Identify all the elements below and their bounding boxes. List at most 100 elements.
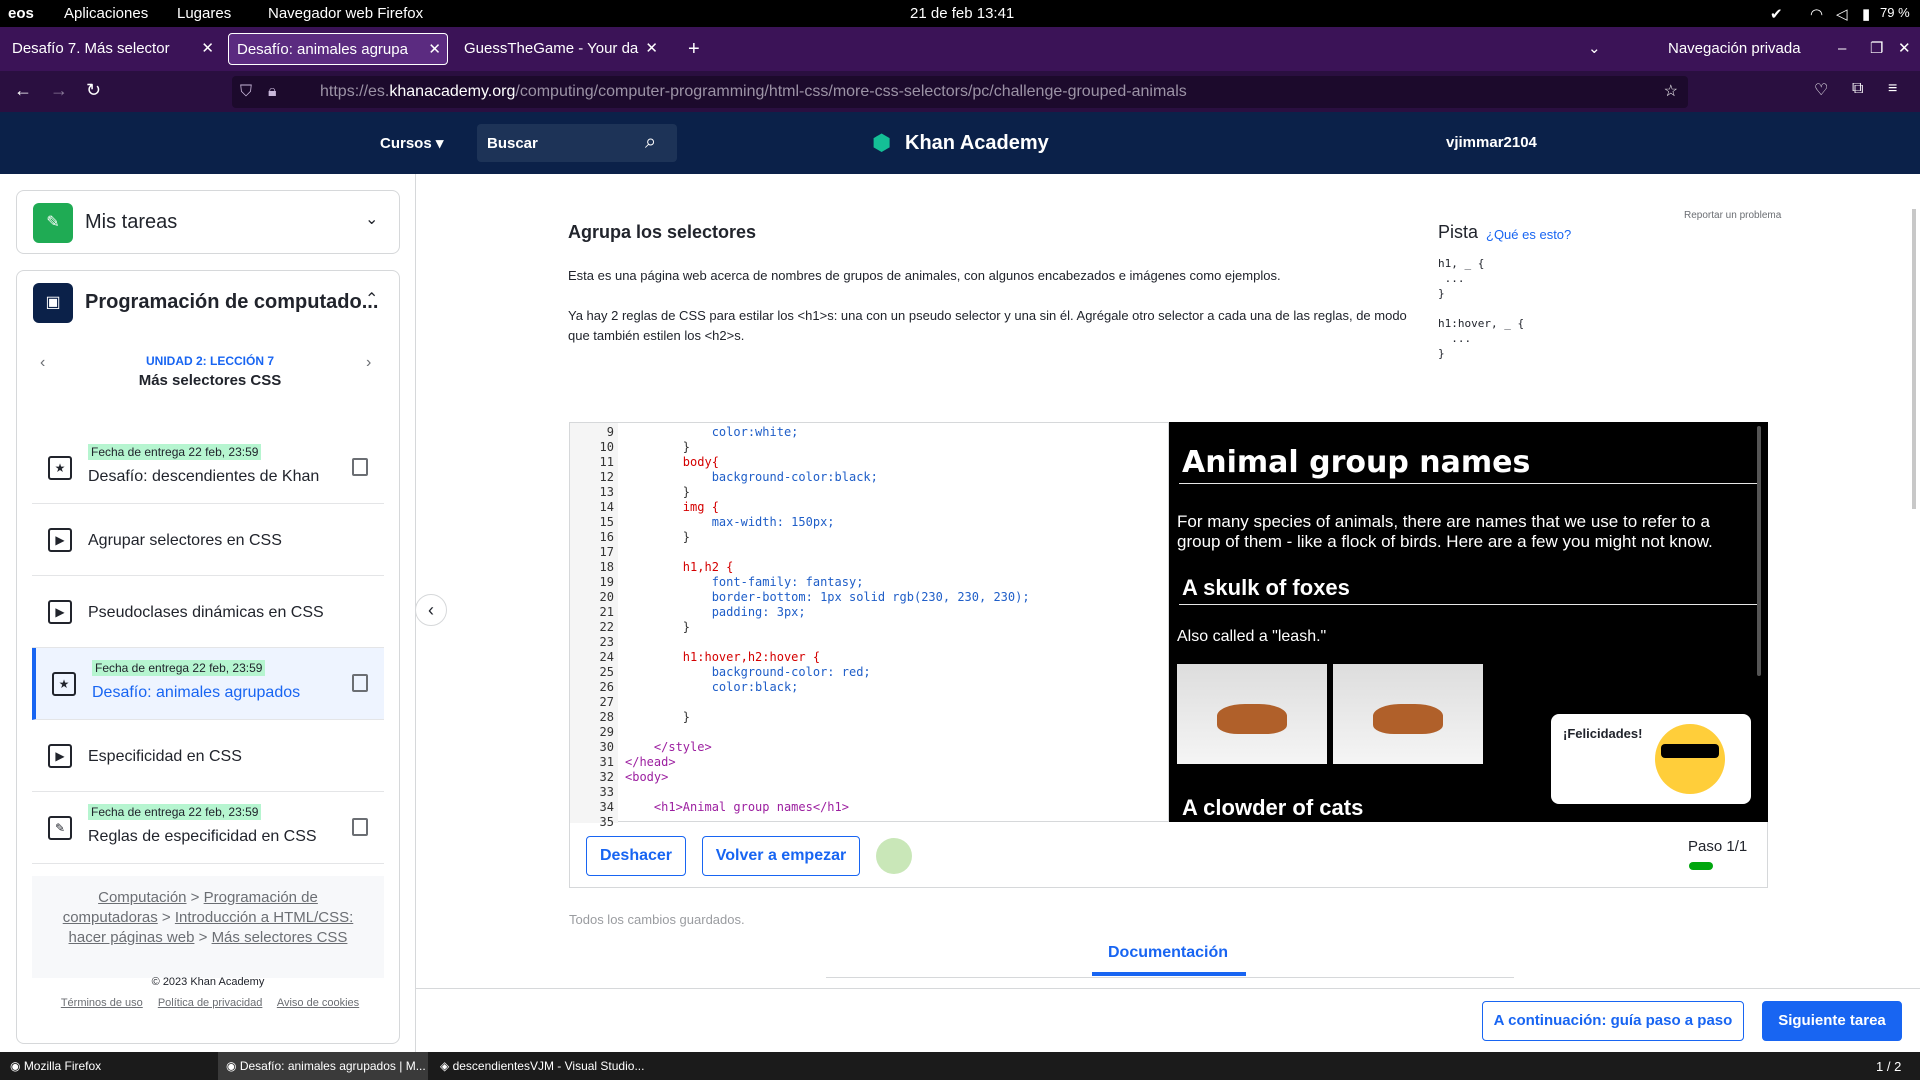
code-line[interactable]: h1:hover,h2:hover { bbox=[625, 650, 820, 665]
lock-icon[interactable]: 🔒︎ bbox=[268, 76, 277, 108]
forward-icon[interactable]: → bbox=[50, 80, 68, 101]
chevron-down-icon[interactable]: ⌄ bbox=[365, 209, 378, 229]
list-item-especificidad[interactable]: ▶ Especificidad en CSS bbox=[32, 720, 384, 792]
code-line[interactable]: <body> bbox=[625, 770, 668, 785]
pocket-icon[interactable]: ♡ bbox=[1814, 80, 1828, 100]
my-tasks-title: Mis tareas bbox=[85, 211, 178, 233]
output-preview[interactable]: Animal group names For many species of a… bbox=[1169, 422, 1768, 822]
os-logo[interactable]: eos bbox=[8, 5, 34, 22]
footer-link[interactable]: Política de privacidad bbox=[158, 997, 263, 1009]
taskbar-label: Desafío: animales agrupados | M... bbox=[239, 1059, 426, 1073]
courses-menu[interactable]: Cursos ▾ bbox=[380, 134, 443, 152]
window-close-icon[interactable]: ✕ bbox=[1890, 33, 1914, 65]
workspace-pager[interactable]: 1 / 2 bbox=[1876, 1059, 1901, 1074]
unit-label: UNIDAD 2: LECCIÓN 7 bbox=[145, 354, 274, 368]
collapse-sidebar-button[interactable]: ‹ bbox=[415, 594, 447, 626]
wifi-icon[interactable]: ◠ bbox=[1810, 5, 1823, 23]
user-menu[interactable]: vjimmar2104 bbox=[1446, 134, 1537, 151]
search-icon[interactable]: ⌕ bbox=[645, 131, 656, 154]
tab-list-icon[interactable]: ⌄ bbox=[1580, 33, 1610, 65]
shield-icon[interactable]: ⛉ bbox=[240, 76, 252, 108]
congrats-card[interactable]: ¡Felicidades! bbox=[1551, 714, 1751, 804]
course-title[interactable]: Programación de computado... bbox=[85, 291, 378, 314]
code-editor[interactable]: 9 10 11 12 13 14 15 16 17 18 19 20 21 22 23 24 25 26 27 28 2… bbox=[569, 422, 1169, 829]
taskbar-active-window[interactable]: ◉ Desafío: animales agrupados | M... bbox=[218, 1052, 428, 1080]
report-problem-link[interactable]: Reportar un problema bbox=[1684, 210, 1781, 221]
code-line[interactable]: body{ bbox=[625, 455, 719, 470]
reload-icon[interactable]: ↻ bbox=[86, 80, 101, 101]
code-line[interactable]: } bbox=[625, 530, 690, 545]
divider bbox=[826, 977, 1514, 978]
maximize-icon[interactable]: ❐ bbox=[1862, 33, 1886, 65]
close-icon[interactable]: ✕ bbox=[428, 34, 441, 64]
battery-icon[interactable]: ▮ bbox=[1862, 5, 1870, 23]
tab-documentation[interactable]: Documentación bbox=[1108, 944, 1228, 962]
code-line[interactable]: border-bottom: 1px solid rgb(230, 230, 2… bbox=[625, 590, 1030, 605]
tab-animales-agrupados[interactable]: Desafío: animales agrupa ✕ bbox=[228, 33, 448, 65]
code-line[interactable]: max-width: 150px; bbox=[625, 515, 835, 530]
code-line[interactable]: } bbox=[625, 710, 690, 725]
page-scrollbar[interactable] bbox=[1912, 209, 1916, 509]
clock[interactable]: 21 de feb 13:41 bbox=[910, 5, 1014, 22]
crumb-link[interactable]: Computación bbox=[98, 889, 186, 906]
code-line[interactable]: img { bbox=[625, 500, 719, 515]
star-icon: ★ bbox=[52, 672, 76, 696]
taskbar-vscode[interactable]: ◈ descendientesVJM - Visual Studio... bbox=[440, 1059, 644, 1073]
apps-menu[interactable]: Aplicaciones bbox=[64, 5, 148, 22]
footer-link[interactable]: Términos de uso bbox=[61, 997, 143, 1009]
browser-menu[interactable]: Navegador web Firefox bbox=[268, 5, 423, 22]
check-icon[interactable]: ✔ bbox=[1770, 5, 1783, 23]
my-tasks-card[interactable]: ✎ Mis tareas ⌄ bbox=[16, 190, 400, 254]
close-icon[interactable]: ✕ bbox=[201, 33, 214, 65]
code-line[interactable]: font-family: fantasy; bbox=[625, 575, 864, 590]
code-line[interactable]: color:black; bbox=[625, 680, 799, 695]
khan-logo-icon[interactable]: ⬢ bbox=[872, 130, 891, 156]
item-title: Reglas de especificidad en CSS bbox=[88, 828, 317, 845]
back-icon[interactable]: ← bbox=[14, 80, 32, 101]
code-line[interactable]: } bbox=[625, 485, 690, 500]
battery-level: 79 % bbox=[1880, 5, 1910, 20]
minimize-icon[interactable]: – bbox=[1830, 33, 1854, 65]
code-line[interactable]: color:white; bbox=[625, 425, 799, 440]
code-line[interactable]: </style> bbox=[625, 740, 712, 755]
code-line[interactable]: } bbox=[625, 620, 690, 635]
what-is-this-link[interactable]: ¿Qué es esto? bbox=[1486, 227, 1571, 242]
url-field[interactable]: ⛉ 🔒︎ https://es.khanacademy.org/computin… bbox=[232, 76, 1688, 108]
search-input[interactable]: Buscar ⌕ bbox=[477, 124, 677, 162]
list-item-descendientes[interactable]: ★ Fecha de entrega 22 feb, 23:59 Desafío… bbox=[32, 432, 384, 504]
list-item-animales-active[interactable]: ★ Fecha de entrega 22 feb, 23:59 Desafío… bbox=[32, 648, 384, 720]
code-line[interactable]: padding: 3px; bbox=[625, 605, 806, 620]
next-task-button[interactable]: Siguiente tarea bbox=[1762, 1001, 1902, 1041]
crumb-link[interactable]: Más selectores CSS bbox=[212, 929, 348, 946]
code-line[interactable]: </head> bbox=[625, 755, 676, 770]
item-title: Desafío: animales agrupados bbox=[92, 684, 301, 701]
list-item-agrupar[interactable]: ▶ Agrupar selectores en CSS bbox=[32, 504, 384, 576]
close-icon[interactable]: ✕ bbox=[645, 33, 658, 65]
bookmark-star-icon[interactable]: ☆ bbox=[1664, 76, 1678, 108]
volume-icon[interactable]: ◁ bbox=[1836, 5, 1848, 23]
scrollbar[interactable] bbox=[1757, 426, 1761, 676]
code-line[interactable]: background-color: red; bbox=[625, 665, 871, 680]
list-item-reglas[interactable]: ✎ Fecha de entrega 22 feb, 23:59 Reglas … bbox=[32, 792, 384, 864]
restart-button[interactable]: Volver a empezar bbox=[702, 836, 860, 876]
code-line[interactable]: } bbox=[625, 440, 690, 455]
undo-button[interactable]: Deshacer bbox=[586, 836, 686, 876]
next-lesson-icon[interactable]: › bbox=[366, 354, 371, 372]
next-guide-button[interactable]: A continuación: guía paso a paso bbox=[1482, 1001, 1744, 1041]
khan-logo[interactable]: Khan Academy bbox=[905, 132, 1049, 155]
list-item-pseudoclases[interactable]: ▶ Pseudoclases dinámicas en CSS bbox=[32, 576, 384, 648]
places-menu[interactable]: Lugares bbox=[177, 5, 231, 22]
tab-desafio-7[interactable]: Desafío 7. Más selector ✕ bbox=[4, 33, 220, 65]
menu-icon[interactable]: ≡ bbox=[1888, 80, 1897, 98]
code-line[interactable]: background-color:black; bbox=[625, 470, 878, 485]
footer-link[interactable]: Aviso de cookies bbox=[277, 997, 359, 1009]
tab-guessthegame[interactable]: GuessTheGame - Your da ✕ bbox=[456, 33, 664, 65]
code-line[interactable]: <h1>Animal group names</h1> bbox=[625, 800, 849, 815]
khan-header: Cursos ▾ Buscar ⌕ ⬢ Khan Academy vjimmar… bbox=[0, 112, 1920, 174]
chevron-up-icon[interactable]: ⌃ bbox=[365, 289, 378, 309]
extensions-icon[interactable]: ⧉ bbox=[1852, 80, 1863, 98]
prev-lesson-icon[interactable]: ‹ bbox=[40, 354, 45, 372]
taskbar-firefox[interactable]: ◉ Mozilla Firefox bbox=[10, 1059, 101, 1073]
new-tab-button[interactable]: + bbox=[680, 33, 710, 65]
code-line[interactable]: h1,h2 { bbox=[625, 560, 734, 575]
